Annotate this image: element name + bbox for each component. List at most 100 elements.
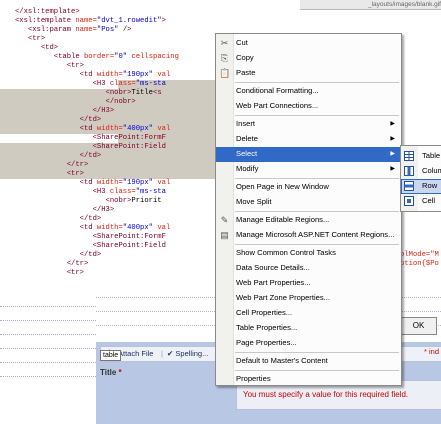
menu-item-label: Copy xyxy=(236,53,254,62)
submenu-arrow-icon: ▶ xyxy=(390,151,395,157)
menu-item-move-split[interactable]: Move Split xyxy=(216,195,401,210)
code-token: <td xyxy=(79,224,97,232)
code-line: <xsl:param name="Pos" /> xyxy=(2,26,132,35)
row-icon xyxy=(404,181,414,191)
code-token: "190px" xyxy=(122,179,153,187)
code-token: <td xyxy=(79,179,97,187)
menu-item-modify[interactable]: Modify ▶ xyxy=(216,162,401,177)
code-token: <nobr> xyxy=(105,89,132,97)
menu-item-table-properties[interactable]: Table Properties... xyxy=(216,321,401,336)
code-line: </tr> xyxy=(2,161,89,170)
code-token: <td xyxy=(79,125,97,133)
code-token: <xsl:template xyxy=(14,17,76,25)
menu-separator xyxy=(235,211,399,212)
design-left-pane xyxy=(0,288,96,424)
menu-item-copy[interactable]: ⎘ Copy xyxy=(216,51,401,66)
submenu-arrow-icon: ▶ xyxy=(390,136,395,142)
code-line: <SharePoint:Field xyxy=(2,143,166,152)
menu-item-manage-microsoft-asp-net-content-regions[interactable]: ▤ Manage Microsoft ASP.NET Content Region… xyxy=(216,228,401,243)
code-token: name= xyxy=(75,26,97,34)
code-token: val xyxy=(153,179,171,187)
menu-item-label: Paste xyxy=(236,68,256,77)
menu-item-label: Delete xyxy=(236,134,258,143)
code-line: <td width="190px" val xyxy=(2,179,171,188)
code-token: </tr> xyxy=(66,161,89,169)
code-token: </td> xyxy=(79,152,102,160)
menu-separator xyxy=(235,370,399,371)
toolbar-separator: | xyxy=(161,349,163,358)
code-token: width= xyxy=(96,125,123,133)
menu-item-cell-properties[interactable]: Cell Properties... xyxy=(216,306,401,321)
menu-item-label: Properties xyxy=(236,374,271,383)
file-path-tab: _layouts/images/blank.gif xyxy=(300,0,441,10)
menu-item-data-source-details[interactable]: Data Source Details... xyxy=(216,261,401,276)
code-token: </td> xyxy=(79,116,102,124)
submenu-item-row[interactable]: Row xyxy=(401,179,441,194)
menu-item-label: Manage Microsoft ASP.NET Content Regions… xyxy=(236,230,395,239)
code-token: width= xyxy=(96,179,123,187)
code-token: > xyxy=(161,17,166,25)
spelling-button[interactable]: ✔ Spelling... xyxy=(167,349,208,358)
submenu-arrow-icon: ▶ xyxy=(390,166,395,172)
menu-item-delete[interactable]: Delete ▶ xyxy=(216,132,401,147)
editable-regions-icon: ✎ xyxy=(220,215,229,225)
code-token: <table xyxy=(53,53,84,61)
content-regions-icon: ▤ xyxy=(220,230,229,240)
code-line: <tr> xyxy=(2,170,84,179)
menu-item-open-page-in-new-window[interactable]: Open Page in New Window xyxy=(216,180,401,195)
menu-item-page-properties[interactable]: Page Properties... xyxy=(216,336,401,351)
submenu-item-colum[interactable]: Colum xyxy=(401,164,441,179)
code-token: "0" xyxy=(114,53,128,61)
menu-item-label: Page Properties... xyxy=(236,338,297,347)
code-token: <H3 xyxy=(92,188,110,196)
submenu-item-cell[interactable]: Cell xyxy=(401,194,441,209)
menu-item-label: Web Part Properties... xyxy=(236,278,311,287)
code-token: "dvt_1.rowedit" xyxy=(96,17,162,25)
code-line: </H3> xyxy=(2,206,115,215)
code-token: "190px" xyxy=(122,71,153,79)
column-icon xyxy=(404,166,414,176)
menu-item-web-part-properties[interactable]: Web Part Properties... xyxy=(216,276,401,291)
code-token: class= xyxy=(109,188,136,196)
code-line: <H3 class="ms-sta xyxy=(2,188,166,197)
code-line: <tr> xyxy=(2,35,45,44)
code-line: <td> xyxy=(2,44,58,53)
menu-item-label: Table Properties... xyxy=(236,323,298,332)
code-token: width= xyxy=(96,71,123,79)
code-fragment: ption{$Po xyxy=(400,260,439,268)
code-token: <tr> xyxy=(66,62,84,70)
code-token: val xyxy=(153,71,171,79)
menu-item-label: Manage Editable Regions... xyxy=(236,215,330,224)
code-token: <SharePoint:FormF xyxy=(92,233,166,241)
menu-item-conditional-formatting[interactable]: Conditional Formatting... xyxy=(216,84,401,99)
menu-item-label: Default to Master's Content xyxy=(236,356,328,365)
menu-item-cut[interactable]: ✂ Cut xyxy=(216,36,401,51)
code-line: <td width="190px" val xyxy=(2,71,171,80)
menu-item-label: Cell Properties... xyxy=(236,308,293,317)
context-menu: ✂ Cut ⎘ Copy 📋 Paste Conditional Formatting...… xyxy=(215,33,402,386)
paste-icon: 📋 xyxy=(219,68,231,78)
code-token: </H3> xyxy=(92,206,115,214)
menu-item-properties[interactable]: Properties xyxy=(216,372,401,387)
code-token: </H3> xyxy=(92,107,115,115)
menu-item-insert[interactable]: Insert ▶ xyxy=(216,117,401,132)
code-token: <td xyxy=(79,71,97,79)
menu-separator xyxy=(235,82,399,83)
submenu-item-table[interactable]: Table xyxy=(401,149,441,164)
menu-item-web-part-zone-properties[interactable]: Web Part Zone Properties... xyxy=(216,291,401,306)
code-line: <tr> xyxy=(2,269,84,278)
code-line: <nobr>Priorit xyxy=(2,197,162,206)
menu-item-web-part-connections[interactable]: Web Part Connections... xyxy=(216,99,401,114)
menu-item-default-to-master-s-content[interactable]: Default to Master's Content xyxy=(216,354,401,369)
cell-icon xyxy=(404,196,414,206)
code-token: "400px" xyxy=(122,125,153,133)
menu-item-select[interactable]: Select ▶ xyxy=(216,147,401,162)
ok-button[interactable]: OK xyxy=(400,317,437,335)
menu-item-manage-editable-regions[interactable]: ✎ Manage Editable Regions... xyxy=(216,213,401,228)
menu-item-paste[interactable]: 📋 Paste xyxy=(216,66,401,81)
table-tag-label[interactable]: table xyxy=(100,350,122,361)
code-token: <nobr> xyxy=(105,197,132,205)
code-token: <tr> xyxy=(66,170,84,178)
menu-item-show-common-control-tasks[interactable]: Show Common Control Tasks xyxy=(216,246,401,261)
required-hint: * ind xyxy=(424,347,440,356)
